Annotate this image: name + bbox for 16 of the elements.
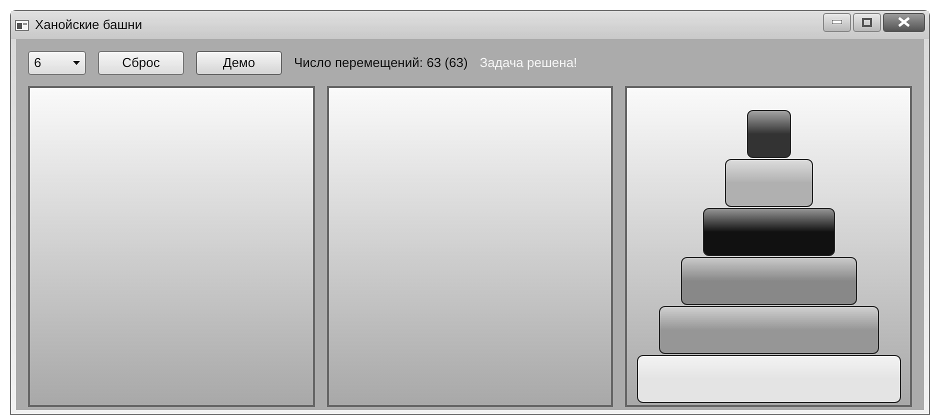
maximize-button[interactable] xyxy=(853,12,881,32)
minimize-button[interactable] xyxy=(823,12,851,32)
minimize-icon xyxy=(832,20,842,24)
peg-panel[interactable] xyxy=(625,86,912,407)
caret-icon xyxy=(73,60,80,64)
reset-button[interactable]: Сброс xyxy=(98,50,184,74)
move-counter: Число перемещений: 63 (63) xyxy=(294,54,468,72)
status-message: Задача решена! xyxy=(480,54,578,72)
close-button[interactable] xyxy=(883,12,925,32)
close-icon xyxy=(898,17,910,27)
window-title: Ханойские башни xyxy=(35,16,142,34)
disk-count-dropdown[interactable]: 6 xyxy=(28,50,86,74)
dropdown-value: 6 xyxy=(34,54,42,72)
maximize-icon xyxy=(862,18,872,26)
demo-button[interactable]: Демо xyxy=(196,50,282,74)
app-icon xyxy=(15,20,29,30)
